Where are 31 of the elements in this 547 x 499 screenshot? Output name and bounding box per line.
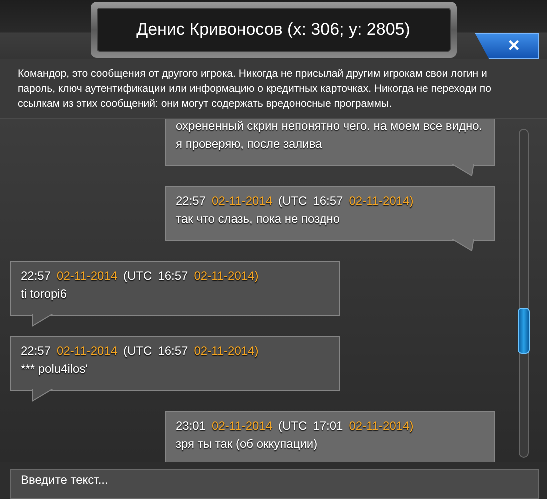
warning-text: Командор, это сообщения от другого игрока. Никогда не присылай другим игрокам свои логин и пароль, ключ аутентификации или информацию о кредитных карточках. Никогда не переходи по ссылкам из этих сообщений: они могут содержать вредоносные программы.: [0, 58, 547, 119]
message-text: так что слазь, пока не поздно: [176, 210, 342, 228]
utc-time: 16:57: [313, 192, 344, 210]
message-time: 22:57: [21, 342, 52, 360]
message-text: зря ты так (об оккупации): [176, 436, 319, 453]
message-input[interactable]: Введите текст...: [10, 469, 539, 499]
utc-label: (UTC: [124, 268, 152, 285]
scrollbar[interactable]: [519, 128, 529, 458]
message-text: охрененный скрин непонятно чего. на моем все видно. я проверяю, после залива: [176, 118, 484, 153]
utc-date: 02-11-2014): [349, 418, 414, 435]
message-date: 02-11-2014: [212, 192, 273, 210]
message-date: 02-11-2014: [57, 342, 118, 360]
message-time: 22:57: [21, 268, 52, 285]
scroll-thumb[interactable]: [518, 308, 530, 354]
window-title: Денис Кривоносов (x: 306; y: 2805): [136, 20, 410, 40]
message-date: 02-11-2014: [212, 418, 273, 435]
utc-time: 17:01: [313, 418, 344, 435]
utc-date: 02-11-2014): [349, 192, 414, 210]
message-time: 23:01: [176, 418, 206, 435]
message-text: *** polu4ilos': [21, 360, 90, 378]
message-time: 22:57: [176, 192, 206, 210]
utc-label: (UTC: [278, 192, 308, 210]
utc-label: (UTC: [124, 342, 152, 360]
utc-time: 16:57: [158, 342, 188, 360]
utc-label: (UTC: [278, 418, 308, 435]
utc-date: 02-11-2014): [194, 268, 259, 285]
utc-date: 02-11-2014): [194, 342, 259, 360]
message-date: 02-11-2014: [57, 268, 118, 285]
message-text: ti toropi6: [21, 286, 68, 303]
utc-time: 16:57: [158, 268, 188, 285]
close-button[interactable]: ×: [475, 33, 539, 59]
